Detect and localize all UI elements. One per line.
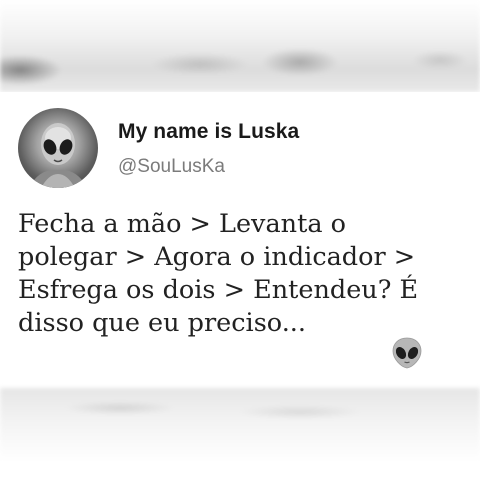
blurred-background-bottom [0, 388, 480, 480]
blurred-background-top [0, 0, 480, 92]
tweet-text-line: Fecha a mão > Levanta o [18, 209, 346, 239]
alien-avatar-icon [29, 123, 87, 188]
tweet-card: My name is Luska @SouLusKa Fecha a mão >… [0, 92, 480, 388]
user-handle[interactable]: @SouLusKa [118, 156, 225, 178]
screenshot: My name is Luska @SouLusKa Fecha a mão >… [0, 0, 480, 480]
tweet-text-line: Esfrega os dois > Entendeu? É [18, 275, 419, 305]
display-name[interactable]: My name is Luska [118, 120, 299, 144]
avatar[interactable] [18, 108, 98, 188]
tweet-text-line: polegar > Agora o indicador > [18, 242, 416, 272]
tweet-text: Fecha a mão > Levanta o polegar > Agora … [18, 208, 470, 340]
alien-emoji-icon [390, 336, 424, 370]
